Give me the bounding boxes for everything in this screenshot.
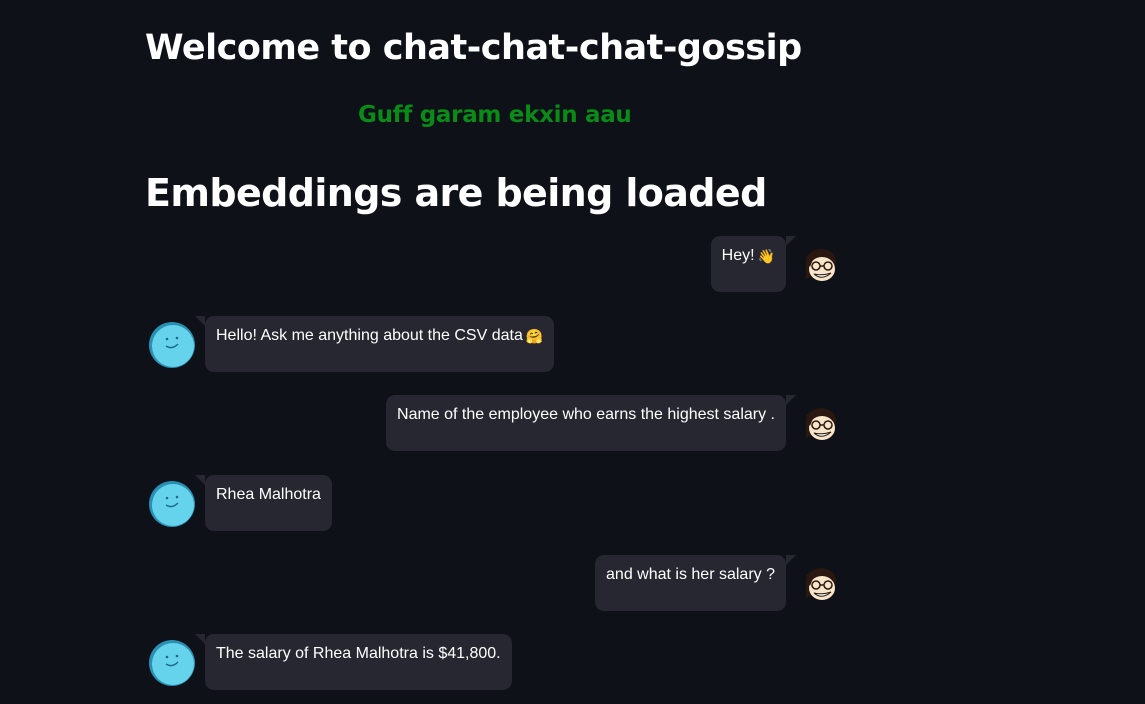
message-text: Hey! [721, 247, 755, 265]
bot-avatar-icon [148, 320, 196, 368]
user-message: Hey! 👋 [710, 236, 797, 292]
bot-avatar-icon [148, 479, 196, 527]
bot-message: Rhea Malhotra [195, 475, 332, 531]
user-message: Name of the employee who earns the highe… [386, 395, 796, 451]
message-text: and what is her salary ? [606, 566, 775, 583]
message-text: The salary of Rhea Malhotra is $41,800. [216, 645, 501, 662]
user-avatar-icon [800, 564, 840, 604]
message-text: Name of the employee who earns the highe… [397, 406, 775, 423]
user-avatar-icon [800, 404, 840, 444]
page-title: Welcome to chat-chat-chat-gossip [145, 28, 802, 68]
bot-avatar-icon [148, 638, 196, 686]
page-subtitle: Guff garam ekxin aau [358, 102, 632, 128]
user-avatar-icon [800, 245, 840, 285]
user-message: and what is her salary ? [595, 555, 796, 611]
loading-status-heading: Embeddings are being loaded [145, 171, 767, 215]
wave-emoji: 👋 [757, 248, 775, 264]
message-text: Hello! Ask me anything about the CSV dat… [216, 327, 523, 345]
bot-message: Hello! Ask me anything about the CSV dat… [194, 316, 555, 372]
message-text: Rhea Malhotra [216, 486, 321, 503]
chat-page: Welcome to chat-chat-chat-gossip Guff ga… [0, 0, 1145, 704]
bot-message: The salary of Rhea Malhotra is $41,800. [195, 634, 512, 690]
hugging-emoji: 🤗 [525, 328, 544, 344]
